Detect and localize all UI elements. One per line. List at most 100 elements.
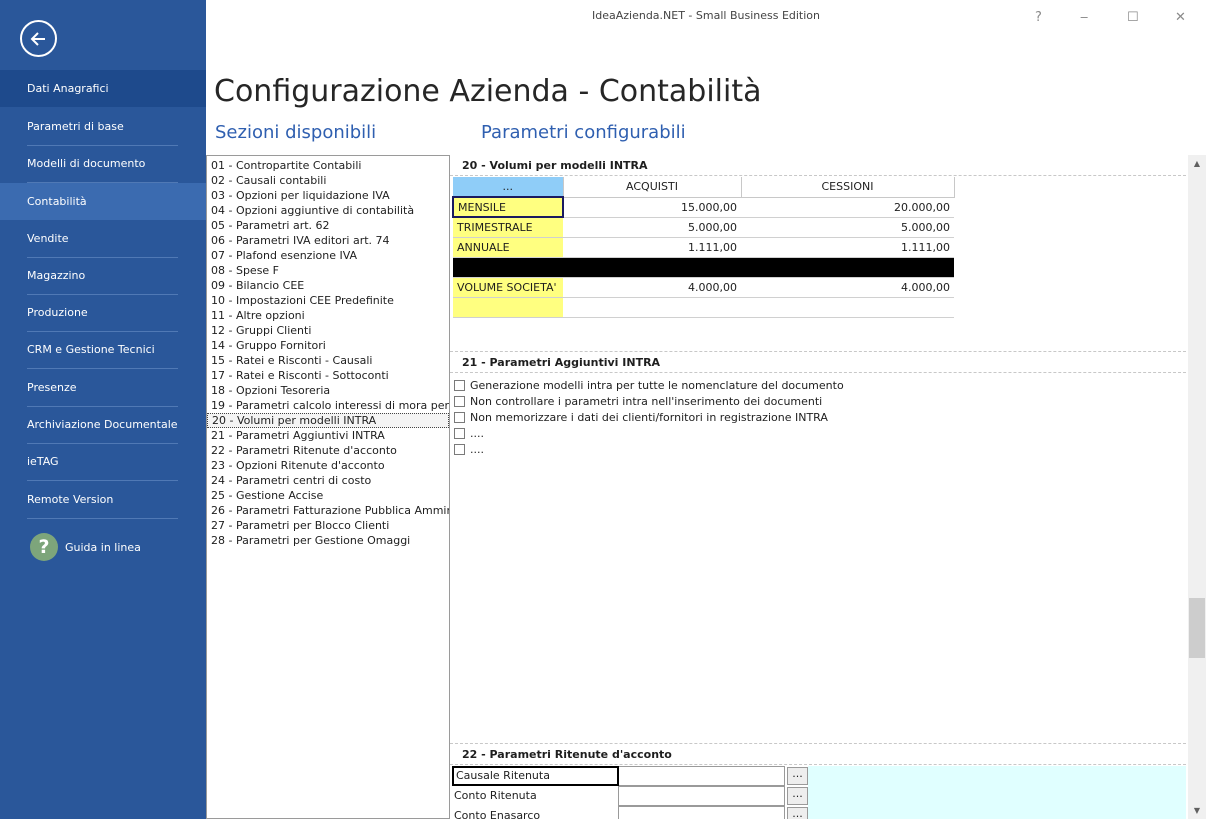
conto-ritenuta-input[interactable] (619, 786, 785, 806)
checkbox-option[interactable]: .... (454, 443, 484, 456)
list-item[interactable]: 25 - Gestione Accise (207, 488, 449, 503)
divider (450, 372, 1186, 373)
scroll-down-icon[interactable]: ▼ (1188, 802, 1206, 819)
sidebar-item-presenze[interactable]: Presenze (0, 369, 206, 406)
grid-cell[interactable]: ANNUALE (453, 237, 563, 258)
list-item[interactable]: 22 - Parametri Ritenute d'acconto (207, 443, 449, 458)
checkbox-option[interactable]: Generazione modelli intra per tutte le n… (454, 379, 844, 392)
group-title: 20 - Volumi per modelli INTRA (462, 159, 648, 172)
minimize-button[interactable]: ‒ (1080, 10, 1088, 25)
list-item[interactable]: 11 - Altre opzioni (207, 308, 449, 323)
list-item[interactable]: 27 - Parametri per Blocco Clienti (207, 518, 449, 533)
sections-list[interactable]: 01 - Contropartite Contabili 02 - Causal… (206, 155, 450, 819)
browse-button[interactable]: ... (787, 787, 808, 805)
help-link[interactable]: ? Guida in linea (30, 533, 141, 561)
sidebar-item-remote-version[interactable]: Remote Version (0, 481, 206, 518)
grid-cell[interactable]: 5.000,00 (563, 217, 741, 238)
grid-header[interactable]: CESSIONI (741, 177, 955, 198)
checkbox[interactable] (454, 396, 465, 407)
close-button[interactable]: ✕ (1175, 10, 1186, 25)
checkbox[interactable] (454, 428, 465, 439)
list-item[interactable]: 26 - Parametri Fatturazione Pubblica Amm… (207, 503, 449, 518)
list-item[interactable]: 24 - Parametri centri di costo (207, 473, 449, 488)
list-item[interactable]: 04 - Opzioni aggiuntive di contabilità (207, 203, 449, 218)
sidebar-item-label: CRM e Gestione Tecnici (27, 343, 155, 356)
list-item[interactable]: 23 - Opzioni Ritenute d'acconto (207, 458, 449, 473)
grid-cell[interactable] (741, 297, 954, 318)
sidebar-item-modelli-di-documento[interactable]: Modelli di documento (0, 145, 206, 182)
grid-cell[interactable]: 1.111,00 (563, 237, 741, 258)
table-row[interactable]: MENSILE 15.000,00 20.000,00 (452, 196, 954, 218)
app-title: IdeaAzienda.NET - Small Business Edition (591, 9, 821, 22)
sidebar-item-contabilita[interactable]: Contabilità (0, 183, 206, 220)
grid-cell (453, 257, 563, 278)
list-item[interactable]: 06 - Parametri IVA editori art. 74 (207, 233, 449, 248)
sidebar-item-vendite[interactable]: Vendite (0, 220, 206, 257)
sidebar-item-produzione[interactable]: Produzione (0, 294, 206, 331)
grid-cell[interactable] (563, 297, 741, 318)
list-item[interactable]: 03 - Opzioni per liquidazione IVA (207, 188, 449, 203)
grid-cell[interactable]: 20.000,00 (741, 197, 954, 218)
sidebar-item-archiviazione[interactable]: Archiviazione Documentale (0, 406, 206, 443)
grid-cell[interactable]: 1.111,00 (741, 237, 954, 258)
list-item-selected[interactable]: 20 - Volumi per modelli INTRA (207, 413, 449, 428)
sidebar-item-magazzino[interactable]: Magazzino (0, 257, 206, 294)
table-row[interactable]: VOLUME SOCIETA' 4.000,00 4.000,00 (453, 277, 954, 298)
list-item[interactable]: 05 - Parametri art. 62 (207, 218, 449, 233)
list-item[interactable]: 19 - Parametri calcolo interessi di mora… (207, 398, 449, 413)
grid-cell[interactable]: 4.000,00 (741, 277, 954, 298)
grid-cell[interactable]: MENSILE (452, 196, 564, 218)
checkbox[interactable] (454, 412, 465, 423)
list-item[interactable]: 18 - Opzioni Tesoreria (207, 383, 449, 398)
browse-button[interactable]: ... (787, 807, 808, 819)
checkbox-option[interactable]: Non memorizzare i dati dei clienti/forni… (454, 411, 828, 424)
conto-enasarco-input[interactable] (619, 806, 785, 819)
list-item[interactable]: 10 - Impostazioni CEE Predefinite (207, 293, 449, 308)
group-ritenute-acconto: 22 - Parametri Ritenute d'acconto Causal… (450, 743, 1186, 819)
sidebar-item-ietag[interactable]: ieTAG (0, 443, 206, 480)
checkbox[interactable] (454, 380, 465, 391)
list-item[interactable]: 17 - Ratei e Risconti - Sottoconti (207, 368, 449, 383)
table-row[interactable]: TRIMESTRALE 5.000,00 5.000,00 (453, 217, 954, 238)
grid-cell[interactable]: TRIMESTRALE (453, 217, 563, 238)
vertical-scrollbar[interactable]: ▲ ▼ (1188, 155, 1206, 819)
checkbox-option[interactable]: .... (454, 427, 484, 440)
grid-cell[interactable]: VOLUME SOCIETA' (453, 277, 563, 298)
description-field (808, 806, 1186, 819)
sidebar-item-crm[interactable]: CRM e Gestione Tecnici (0, 331, 206, 368)
checkbox[interactable] (454, 444, 465, 455)
table-row[interactable] (453, 297, 954, 318)
list-item[interactable]: 28 - Parametri per Gestione Omaggi (207, 533, 449, 548)
list-item[interactable]: 09 - Bilancio CEE (207, 278, 449, 293)
sidebar-item-dati-anagrafici[interactable]: Dati Anagrafici (0, 70, 206, 107)
help-window-button[interactable]: ? (1035, 10, 1042, 25)
causale-ritenuta-input[interactable] (619, 766, 785, 786)
maximize-button[interactable]: ☐ (1127, 10, 1139, 25)
grid-cell (563, 257, 741, 278)
grid-cell[interactable] (453, 297, 563, 318)
list-item[interactable]: 21 - Parametri Aggiuntivi INTRA (207, 428, 449, 443)
list-item[interactable]: 01 - Contropartite Contabili (207, 158, 449, 173)
table-row[interactable]: ANNUALE 1.111,00 1.111,00 (453, 237, 954, 258)
grid-header-corner[interactable]: ... (453, 177, 564, 198)
list-item[interactable]: 02 - Causali contabili (207, 173, 449, 188)
field-label[interactable]: Causale Ritenuta (452, 766, 619, 786)
list-item[interactable]: 12 - Gruppi Clienti (207, 323, 449, 338)
list-item[interactable]: 07 - Plafond esenzione IVA (207, 248, 449, 263)
grid-cell[interactable]: 5.000,00 (741, 217, 954, 238)
list-item[interactable]: 08 - Spese F (207, 263, 449, 278)
grid-header[interactable]: ACQUISTI (563, 177, 742, 198)
list-item[interactable]: 14 - Gruppo Fornitori (207, 338, 449, 353)
back-button[interactable] (20, 20, 57, 57)
checkbox-option[interactable]: Non controllare i parametri intra nell'i… (454, 395, 822, 408)
volumi-grid[interactable]: ... ACQUISTI CESSIONI MENSILE 15.000,00 … (452, 177, 955, 318)
scroll-up-icon[interactable]: ▲ (1188, 155, 1206, 172)
grid-cell[interactable]: 15.000,00 (563, 197, 741, 218)
scrollbar-thumb[interactable] (1189, 598, 1205, 658)
browse-button[interactable]: ... (787, 767, 808, 785)
sidebar-item-label: Contabilità (27, 195, 87, 208)
list-item[interactable]: 15 - Ratei e Risconti - Causali (207, 353, 449, 368)
checkbox-label: Non memorizzare i dati dei clienti/forni… (470, 411, 828, 424)
sidebar-item-parametri-di-base[interactable]: Parametri di base (0, 108, 206, 145)
grid-cell[interactable]: 4.000,00 (563, 277, 741, 298)
